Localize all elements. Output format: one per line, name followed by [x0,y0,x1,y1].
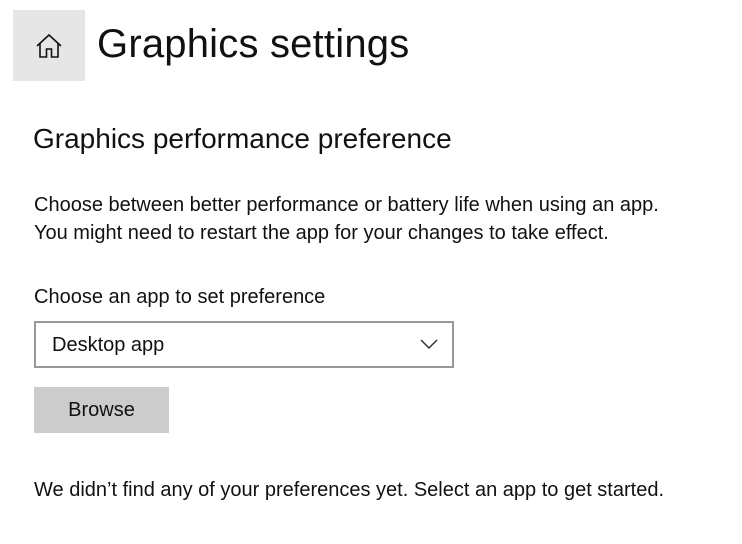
home-icon [35,33,63,59]
app-type-selected-value: Desktop app [52,333,165,356]
app-picker-label: Choose an app to set preference [34,286,326,308]
section-title: Graphics performance preference [33,123,452,154]
graphics-settings-page: Graphics settings Graphics performance p… [0,0,742,544]
section-description: Choose between better performance or bat… [34,191,659,247]
chevron-down-icon [420,337,438,355]
browse-button[interactable]: Browse [34,387,169,433]
app-type-dropdown[interactable]: Desktop app [34,321,454,368]
empty-preferences-message: We didn’t find any of your preferences y… [34,479,664,501]
home-button[interactable] [13,10,85,81]
page-title: Graphics settings [97,22,410,66]
description-line: You might need to restart the app for yo… [34,222,609,244]
description-line: Choose between better performance or bat… [34,194,659,216]
